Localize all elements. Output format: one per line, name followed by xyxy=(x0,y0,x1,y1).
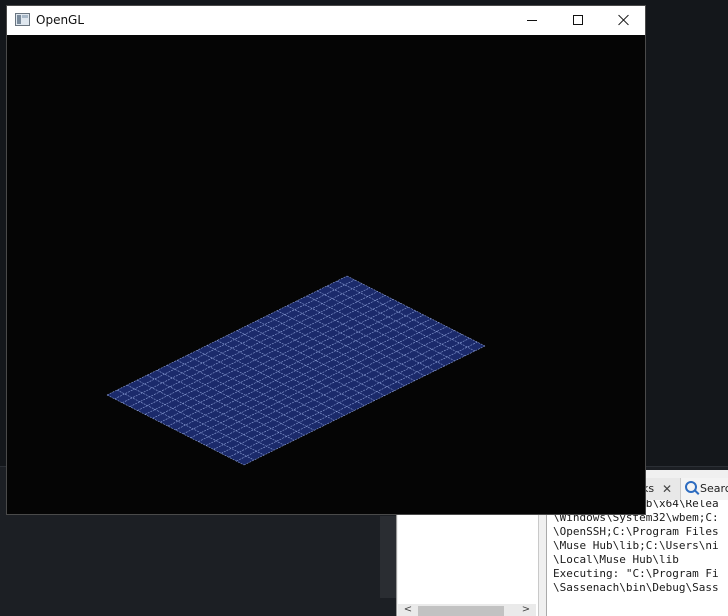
grid-plane xyxy=(106,275,486,466)
output-line: \OpenSSH;C:\Program Files xyxy=(553,525,719,538)
opengl-window: OpenGL xyxy=(6,5,646,515)
tab-close-icon[interactable]: ✕ xyxy=(660,478,674,500)
output-pane[interactable]: Windows SSH\lib\x64\Relea \Windows\Syste… xyxy=(546,500,728,616)
ide-solution-pane[interactable] xyxy=(398,500,539,616)
scrollbar-thumb[interactable] xyxy=(418,606,504,616)
maximize-button[interactable] xyxy=(555,6,601,35)
window-title: OpenGL xyxy=(36,13,85,27)
output-line: \Sassenach\bin\Debug\Sass xyxy=(553,581,719,594)
close-icon xyxy=(618,14,630,26)
tab-bookmarks-label: ks xyxy=(646,482,655,495)
tab-search[interactable]: Search xyxy=(680,478,728,500)
scroll-left-icon[interactable]: < xyxy=(402,604,414,616)
tab-search-label: Search xyxy=(700,482,728,495)
close-button[interactable] xyxy=(601,6,647,35)
scroll-right-icon[interactable]: > xyxy=(520,604,532,616)
output-line: \Local\Muse Hub\lib xyxy=(553,553,679,566)
title-bar[interactable]: OpenGL xyxy=(7,6,645,35)
application-window-icon[interactable] xyxy=(15,13,30,26)
minimize-icon xyxy=(527,20,537,21)
ide-tab-strip: ks ✕ Search xyxy=(646,478,728,501)
maximize-icon xyxy=(573,15,583,25)
grid-plane-fill xyxy=(107,276,485,465)
output-line: Executing: "C:\Program Fi xyxy=(553,567,719,580)
opengl-viewport[interactable] xyxy=(7,35,645,514)
minimize-button[interactable] xyxy=(509,6,555,35)
horizontal-scrollbar[interactable]: < > xyxy=(398,604,536,616)
search-icon xyxy=(685,481,697,493)
output-line: \Muse Hub\lib;C:\Users\ni xyxy=(553,539,719,552)
